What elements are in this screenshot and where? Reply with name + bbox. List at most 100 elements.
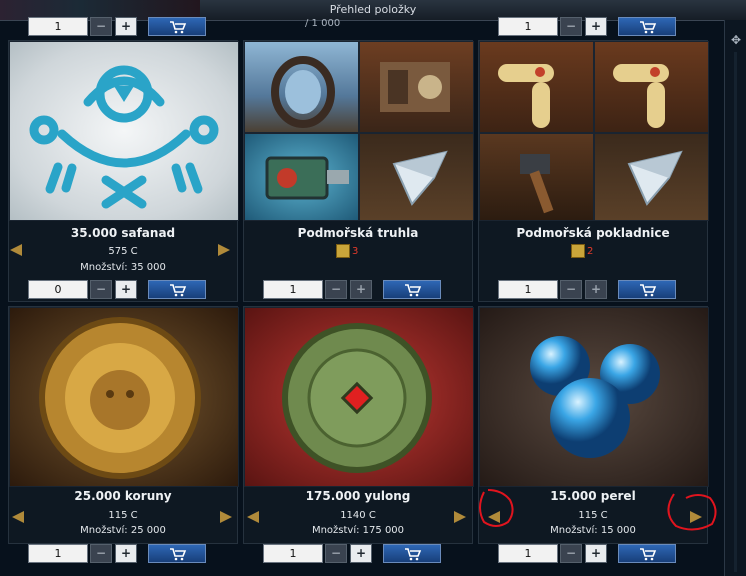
quantity-input[interactable]: 1 xyxy=(28,544,88,563)
crystal-icon xyxy=(627,150,683,206)
item-card-underwater-treasury: Podmořská pokladnice 2 xyxy=(478,40,709,302)
item-card-yulong: 175.000 yulong 1140 C Množství: 175 000 xyxy=(243,306,474,544)
increase-button[interactable]: + xyxy=(350,544,372,563)
item-image-safanad[interactable] xyxy=(9,41,239,221)
item-image-yulong[interactable] xyxy=(244,307,474,487)
safanad-symbol-icon xyxy=(29,65,219,209)
item-controls-perel: 1 − + xyxy=(498,544,678,563)
increase-button[interactable]: + xyxy=(350,280,372,299)
machine-ring-icon xyxy=(271,56,335,128)
buy-button[interactable] xyxy=(383,544,441,563)
chest-content-image-3[interactable] xyxy=(244,133,359,221)
decrease-button[interactable]: − xyxy=(90,17,112,36)
quantity-input[interactable]: 1 xyxy=(498,544,558,563)
treasury-content-image-3[interactable] xyxy=(479,133,594,221)
dragon-coin-icon xyxy=(282,323,432,473)
decrease-button[interactable]: − xyxy=(325,280,347,299)
annotation-circle-right xyxy=(667,493,717,531)
cart-icon xyxy=(405,548,422,561)
cart-icon xyxy=(170,21,187,34)
quantity-input[interactable]: 1 xyxy=(263,544,323,563)
buy-button[interactable] xyxy=(383,280,441,299)
decrease-button[interactable]: − xyxy=(560,280,582,299)
annotation-circle-left xyxy=(479,489,514,527)
quantity-input[interactable]: 0 xyxy=(28,280,88,299)
item-amount: Množství: 175 000 xyxy=(311,525,405,536)
next-arrow-icon[interactable] xyxy=(218,510,234,524)
item-controls-underwater-chest: 1 − + xyxy=(263,280,443,299)
top-controls-2: 1 − + xyxy=(498,17,678,36)
cart-icon xyxy=(640,284,657,297)
item-controls-safanad: 0 − + xyxy=(28,280,208,299)
previous-arrow-icon[interactable] xyxy=(10,510,26,524)
quantity-input[interactable]: 1 xyxy=(28,17,88,36)
decrease-button[interactable]: − xyxy=(560,17,582,36)
lion-coin-icon xyxy=(39,317,201,479)
buy-button[interactable] xyxy=(618,544,676,563)
previous-arrow-icon[interactable] xyxy=(245,510,261,524)
reward-count: 3 xyxy=(352,246,359,257)
decrease-button[interactable]: − xyxy=(90,280,112,299)
item-name: 35.000 safanad xyxy=(70,226,176,240)
scrollbar-track[interactable] xyxy=(734,52,737,572)
move-icon[interactable]: ✥ xyxy=(729,33,743,47)
item-card-koruny: 25.000 koruny 115 C Množství: 25 000 xyxy=(8,306,239,544)
decrease-button[interactable]: − xyxy=(560,544,582,563)
quantity-input[interactable]: 1 xyxy=(498,280,558,299)
pearls-icon xyxy=(530,336,660,458)
increase-button[interactable]: + xyxy=(115,544,137,563)
cart-icon xyxy=(405,284,422,297)
hammer-icon xyxy=(520,154,554,214)
buy-button[interactable] xyxy=(148,544,206,563)
increase-button[interactable]: + xyxy=(585,280,607,299)
buy-button[interactable] xyxy=(148,17,206,36)
buy-button[interactable] xyxy=(618,280,676,299)
treasury-content-image-4[interactable] xyxy=(594,133,709,221)
chest-content-image-4[interactable] xyxy=(359,133,474,221)
window-title: Přehled položky xyxy=(329,3,417,16)
increase-button[interactable]: + xyxy=(585,17,607,36)
item-card-safanad: 35.000 safanad 575 C Množství: 35 000 xyxy=(8,40,239,302)
reward-icon xyxy=(336,244,350,258)
chest-content-image-2[interactable] xyxy=(359,41,474,133)
increase-button[interactable]: + xyxy=(115,17,137,36)
chest-content-image-1[interactable] xyxy=(244,41,359,133)
top-fragment-text: / 1 000 xyxy=(305,18,341,29)
cart-icon xyxy=(170,548,187,561)
buy-button[interactable] xyxy=(148,280,206,299)
crystal-icon xyxy=(392,150,448,206)
treasury-content-image-1[interactable] xyxy=(479,41,594,133)
item-price: 115 C xyxy=(108,510,138,521)
item-controls-yulong: 1 − + xyxy=(263,544,443,563)
scroll-icon xyxy=(613,64,669,128)
item-name: 175.000 yulong xyxy=(305,489,411,503)
reward-icon xyxy=(571,244,585,258)
previous-arrow-icon[interactable] xyxy=(8,243,24,257)
item-image-perel[interactable] xyxy=(479,307,709,487)
device-icon xyxy=(265,156,349,200)
next-arrow-icon[interactable] xyxy=(452,510,468,524)
increase-button[interactable]: + xyxy=(115,280,137,299)
scroll-icon xyxy=(498,64,554,128)
quantity-input[interactable]: 1 xyxy=(263,280,323,299)
item-card-underwater-chest: Podmořská truhla 3 xyxy=(243,40,474,302)
top-controls-1: 1 − + xyxy=(28,17,208,36)
next-arrow-icon[interactable] xyxy=(216,243,232,257)
treasury-content-image-2[interactable] xyxy=(594,41,709,133)
increase-button[interactable]: + xyxy=(585,544,607,563)
cart-icon xyxy=(640,548,657,561)
reward-count: 2 xyxy=(587,246,594,257)
quantity-input[interactable]: 1 xyxy=(498,17,558,36)
decrease-button[interactable]: − xyxy=(90,544,112,563)
buy-button[interactable] xyxy=(618,17,676,36)
item-price: 575 C xyxy=(108,246,138,257)
reward-badge: 2 xyxy=(571,244,593,258)
reward-badge: 3 xyxy=(336,244,358,258)
scrollbar[interactable]: ✥ xyxy=(724,20,746,576)
item-image-koruny[interactable] xyxy=(9,307,239,487)
item-amount: Množství: 35 000 xyxy=(80,262,166,273)
machinery-icon xyxy=(380,62,450,112)
item-name: Podmořská pokladnice xyxy=(516,226,670,240)
decrease-button[interactable]: − xyxy=(325,544,347,563)
item-controls-koruny: 1 − + xyxy=(28,544,208,563)
